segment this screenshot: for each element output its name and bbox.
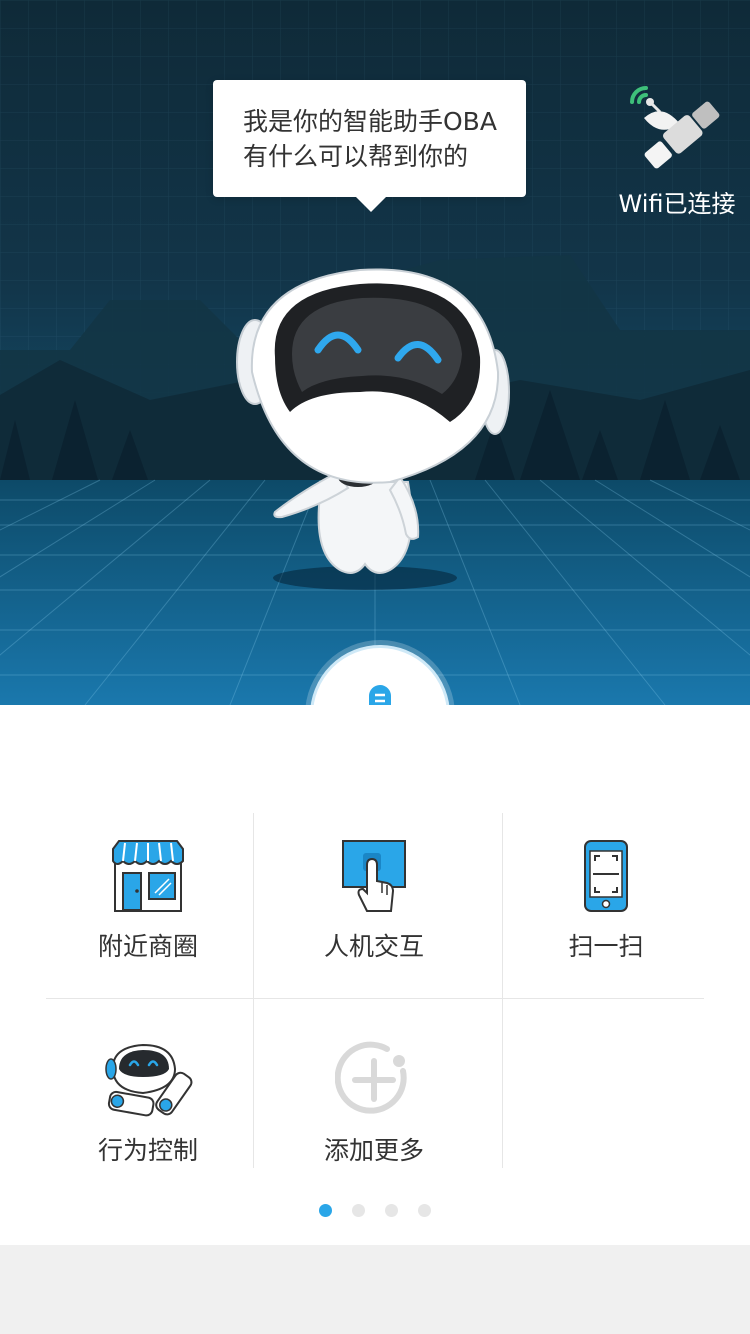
page-dot[interactable] xyxy=(352,1204,365,1217)
store-icon xyxy=(112,840,184,912)
tile-label: 添加更多 xyxy=(323,1136,424,1165)
tile-label: 行为控制 xyxy=(97,1136,198,1165)
tile-behavior-control[interactable]: 行为控制 xyxy=(46,1027,250,1207)
satellite-icon xyxy=(630,86,720,169)
tile-add-more[interactable]: 添加更多 xyxy=(272,1027,476,1207)
tile-label: 人机交互 xyxy=(323,932,424,961)
speech-bubble-tail xyxy=(355,196,387,212)
robot-icon xyxy=(105,1043,193,1117)
grid-divider xyxy=(253,813,254,1168)
touch-screen-icon xyxy=(342,840,406,912)
grid-divider xyxy=(502,813,503,1168)
page-indicator xyxy=(0,1204,750,1218)
robot-mascot[interactable] xyxy=(230,262,520,597)
bottom-area xyxy=(0,1245,750,1334)
page-dot-active[interactable] xyxy=(319,1204,332,1217)
add-more-icon xyxy=(335,1041,407,1114)
tile-human-machine[interactable]: 人机交互 xyxy=(272,823,476,1003)
assistant-speech-bubble: 我是你的智能助手OBA 有什么可以帮到你的 xyxy=(213,80,526,197)
tile-label: 扫一扫 xyxy=(568,932,644,961)
wifi-status[interactable]: Wifi已连接 xyxy=(612,80,742,220)
page-dot[interactable] xyxy=(418,1204,431,1217)
feature-panel: 附近商圈 人机交互 扫一扫 行为控制 添加更多 xyxy=(0,705,750,1245)
tile-scan[interactable]: 扫一扫 xyxy=(504,823,708,1003)
page-dot[interactable] xyxy=(385,1204,398,1217)
speech-line-2: 有什么可以帮到你的 xyxy=(243,142,469,171)
robot-hero: 我是你的智能助手OBA 有什么可以帮到你的 Wifi已连接 xyxy=(0,0,750,705)
speech-line-1: 我是你的智能助手OBA xyxy=(243,107,497,136)
tile-label: 附近商圈 xyxy=(97,932,198,961)
wifi-status-label: Wifi已连接 xyxy=(618,190,736,218)
tile-nearby-business[interactable]: 附近商圈 xyxy=(46,823,250,1003)
phone-scan-icon xyxy=(584,840,628,912)
